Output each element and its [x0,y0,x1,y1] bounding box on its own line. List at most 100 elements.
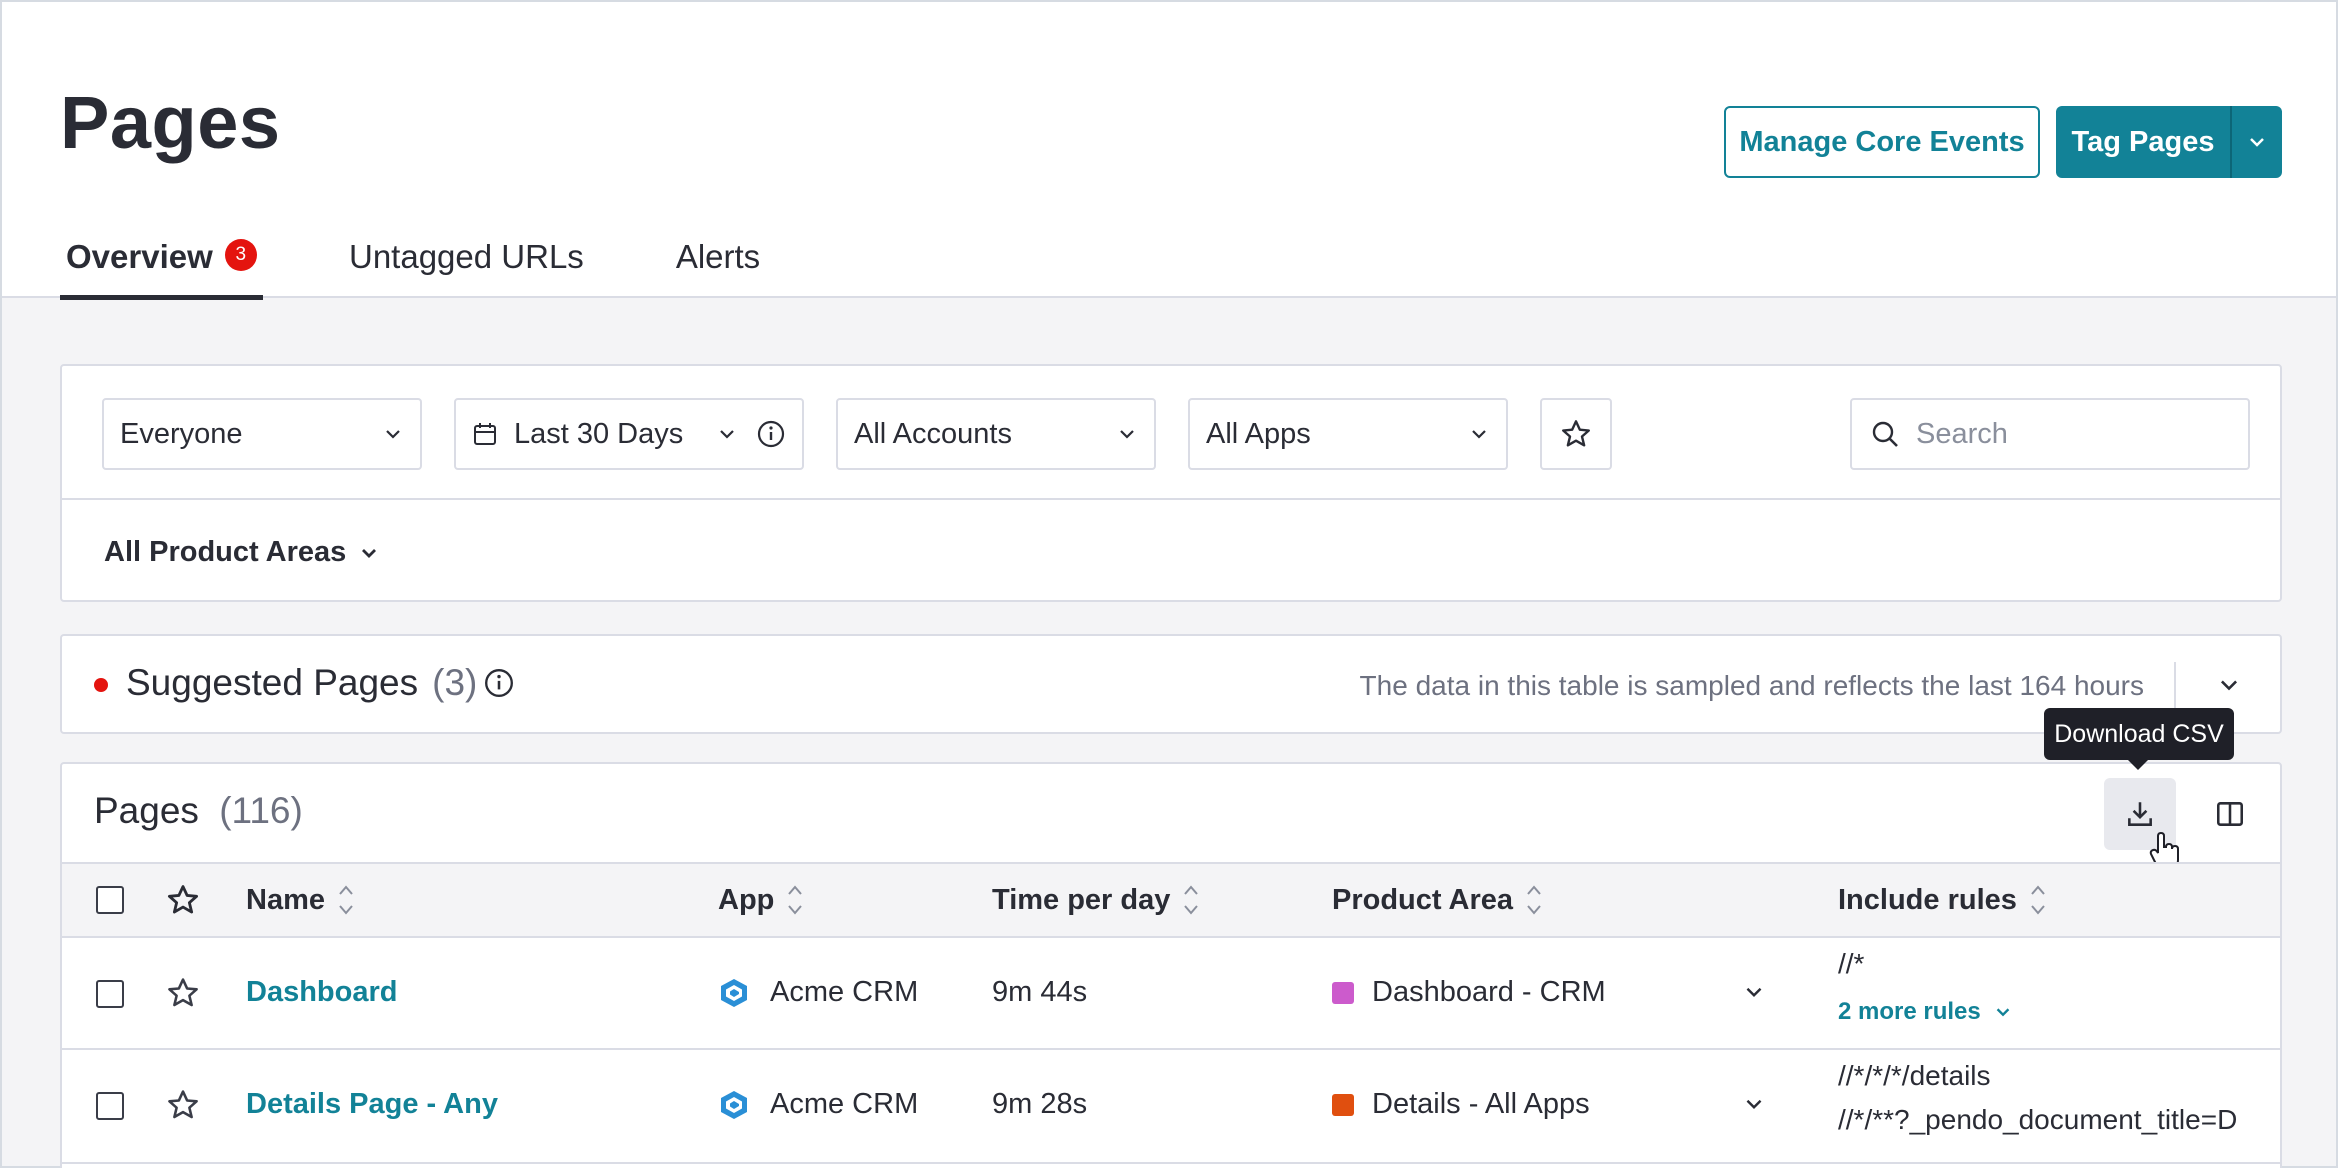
product-area-name: Details - All Apps [1372,1088,1590,1120]
column-header-include-rules[interactable]: Include rules [1838,864,2047,936]
apps-dropdown[interactable]: All Apps [1188,398,1508,470]
accounts-value: All Accounts [854,417,1012,450]
divider [62,498,2280,500]
segment-value: Everyone [120,417,243,450]
row-checkbox[interactable] [96,980,124,1008]
page-name-link[interactable]: Dashboard [246,976,397,1009]
filter-panel: Everyone Last 30 Days All Accounts All A… [60,364,2282,602]
suggested-pages-title: Suggested Pages (3) [126,662,515,704]
chevron-down-icon [1996,1008,2010,1017]
date-range-dropdown[interactable]: Last 30 Days [454,398,804,470]
product-area-cell: Dashboard - CRM [1332,976,1606,1009]
product-area-dropdown[interactable] [1742,1092,1766,1116]
download-icon [2128,802,2152,826]
more-rules-link[interactable]: 2 more rules [1838,998,1981,1026]
tab-label: Alerts [675,238,761,275]
sort-icon [1184,885,1199,915]
column-header-app[interactable]: App [718,864,804,936]
pages-table-card: Pages (116) Name App Time per day Produc… [60,762,2282,1168]
chevron-down-icon [1746,1099,1762,1109]
tag-pages-button[interactable]: Tag Pages [2056,106,2232,178]
pages-table-label: Pages [94,790,199,831]
product-area-dropdown[interactable] [1742,980,1766,1004]
suggested-pages-label: Suggested Pages [126,662,419,703]
accounts-dropdown[interactable]: All Accounts [836,398,1156,470]
divider [2174,662,2176,710]
app-logo-icon [721,978,747,1007]
tab-bar: Overview 3 Untagged URLs Alerts [60,238,766,300]
app-cell: Acme CRM [718,976,918,1009]
expand-suggested-button[interactable] [2216,672,2242,703]
calendar-icon [474,423,496,445]
time-per-day: 9m 44s [992,976,1088,1008]
favorite-toggle[interactable] [166,976,200,1010]
page-header: Pages Manage Core Events Tag Pages Overv… [2,2,2336,300]
star-icon [1562,420,1591,447]
star-icon [168,978,198,1007]
select-all-checkbox[interactable] [96,864,124,936]
suggested-pages-count: (3) [432,662,478,703]
column-label: Product Area [1332,883,1514,916]
sort-icon [1527,885,1541,915]
app-name: Acme CRM [770,1088,919,1120]
more-rules-toggle[interactable]: 2 more rules [1838,998,2013,1026]
notification-badge: 3 [224,239,257,271]
table-row[interactable]: Dashboard Acme CRM 9m 44s Dashboard - CR… [62,938,2280,1050]
page-name-link[interactable]: Details Page - Any [246,1088,498,1121]
column-header-name[interactable]: Name [246,864,355,936]
column-header-time-per-day[interactable]: Time per day [992,864,1200,936]
chevron-down-icon [2220,680,2238,691]
tab-label: Overview [66,238,213,275]
download-csv-tooltip: Download CSV [2044,708,2234,770]
tab-label: Untagged URLs [349,238,584,275]
chevron-down-icon [386,430,400,439]
table-row[interactable]: Details Page - Any Acme CRM 9m 28s Detai… [62,1052,2280,1164]
sort-icon [2031,885,2045,915]
segment-dropdown[interactable]: Everyone [102,398,422,470]
manage-core-events-button[interactable]: Manage Core Events [1724,106,2040,178]
app-cell: Acme CRM [718,1088,918,1121]
chevron-down-icon [1120,430,1134,439]
search-field[interactable] [1850,398,2250,470]
app-name: Acme CRM [770,976,919,1008]
column-label: Name [246,883,325,916]
sampling-note: The data in this table is sampled and re… [1359,670,2144,701]
chevron-down-icon [1472,430,1486,439]
column-header-product-area[interactable]: Product Area [1332,864,1543,936]
info-icon[interactable] [756,419,786,449]
product-area-swatch [1332,1093,1354,1116]
sort-icon [339,885,353,915]
tab-overview[interactable]: Overview 3 [60,238,263,300]
search-icon [1872,421,1898,447]
product-area-name: Dashboard - CRM [1372,976,1606,1008]
suggested-pages-panel: Suggested Pages (3) The data in this tab… [60,634,2282,734]
product-areas-label: All Product Areas [104,536,347,568]
row-checkbox[interactable] [96,1092,124,1120]
include-rule: //*/**?_pendo_document_title=D [1838,1104,2238,1135]
search-input[interactable] [1916,417,2216,451]
table-header: Name App Time per day Product Area Inclu… [62,862,2280,938]
tag-pages-menu-button[interactable] [2232,106,2282,178]
tag-pages-button-group: Tag Pages [2056,106,2282,178]
app-logo-icon [721,1090,747,1119]
column-label: Include rules [1838,883,2017,916]
tab-alerts[interactable]: Alerts [670,238,766,298]
chevron-down-icon [720,430,734,439]
info-icon[interactable] [483,667,515,699]
star-icon [168,1090,198,1119]
alert-dot [94,678,108,692]
date-range-value: Last 30 Days [514,417,684,450]
include-rule: //*/*/*/details [1838,1060,1991,1091]
favorite-column-header [166,864,200,936]
chevron-down-icon [1746,987,1762,997]
favorites-filter-button[interactable] [1540,398,1612,470]
column-label: Time per day [992,883,1171,916]
include-rule: //* [1838,948,1865,979]
favorite-toggle[interactable] [166,1088,200,1122]
checkbox[interactable] [96,886,124,914]
time-per-day: 9m 28s [992,1088,1088,1120]
tab-untagged-urls[interactable]: Untagged URLs [343,238,590,298]
page-title: Pages [60,81,281,164]
columns-button[interactable] [2194,778,2266,850]
product-areas-dropdown[interactable]: All Product Areas [104,536,380,569]
